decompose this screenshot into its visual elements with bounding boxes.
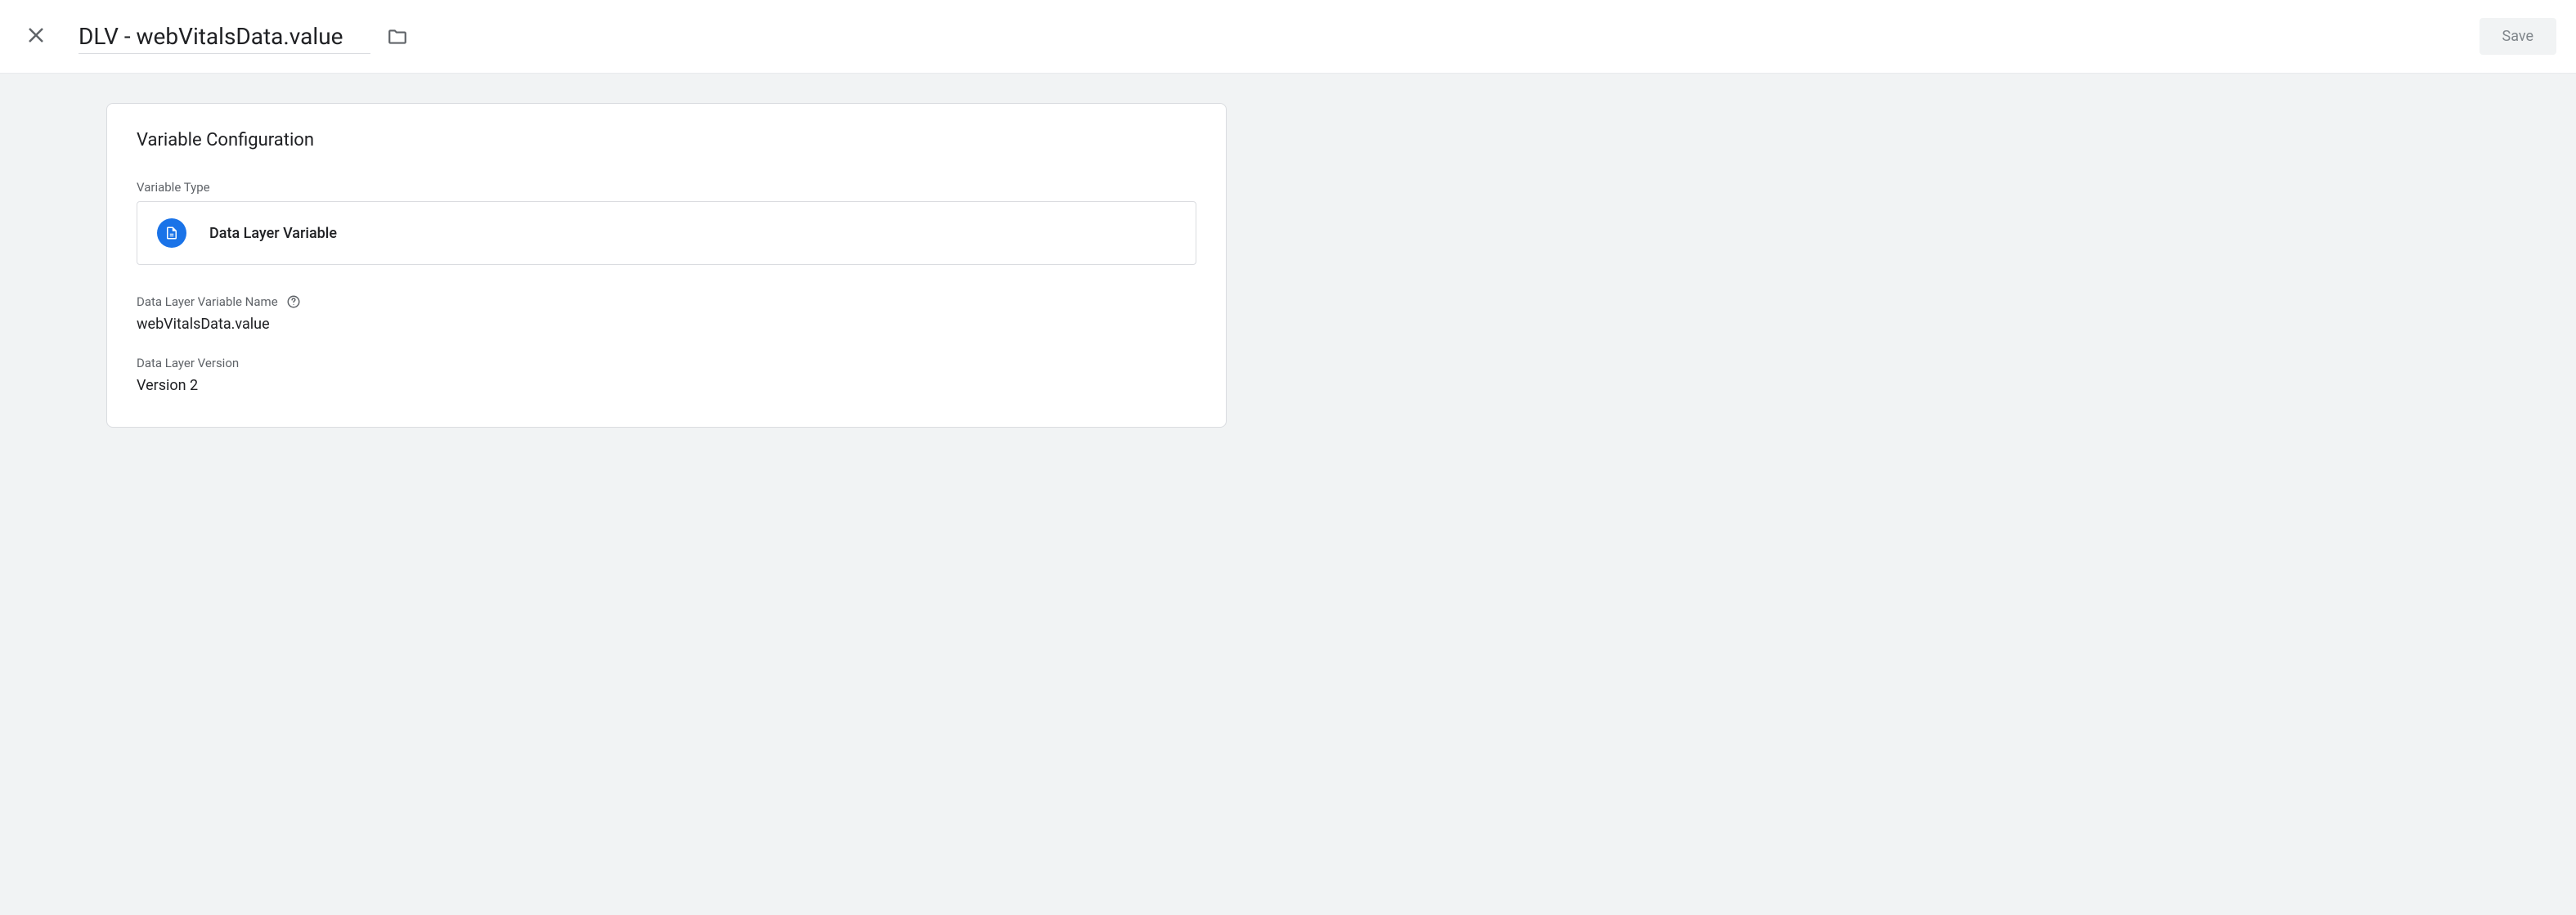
content-area: Variable Configuration Variable Type Dat… — [0, 74, 2576, 915]
variable-name-label: Data Layer Variable Name — [137, 294, 1196, 309]
close-button[interactable] — [20, 19, 52, 54]
data-layer-variable-icon — [157, 218, 186, 248]
variable-name-value: webVitalsData.value — [137, 316, 1196, 333]
close-icon — [26, 25, 46, 47]
card-title: Variable Configuration — [137, 130, 1196, 150]
variable-name-input[interactable] — [79, 20, 370, 54]
help-icon[interactable] — [286, 294, 301, 309]
variable-name-field: Data Layer Variable Name webVitalsData.v… — [137, 294, 1196, 333]
version-label: Data Layer Version — [137, 356, 1196, 370]
header: Save — [0, 0, 2576, 74]
variable-type-label: Variable Type — [137, 180, 1196, 195]
variable-type-selector[interactable]: Data Layer Variable — [137, 201, 1196, 265]
folder-icon[interactable] — [387, 26, 408, 47]
version-field: Data Layer Version Version 2 — [137, 356, 1196, 394]
save-button[interactable]: Save — [2480, 18, 2557, 55]
variable-configuration-card: Variable Configuration Variable Type Dat… — [106, 103, 1227, 428]
variable-type-name: Data Layer Variable — [209, 225, 337, 242]
version-value: Version 2 — [137, 377, 1196, 394]
